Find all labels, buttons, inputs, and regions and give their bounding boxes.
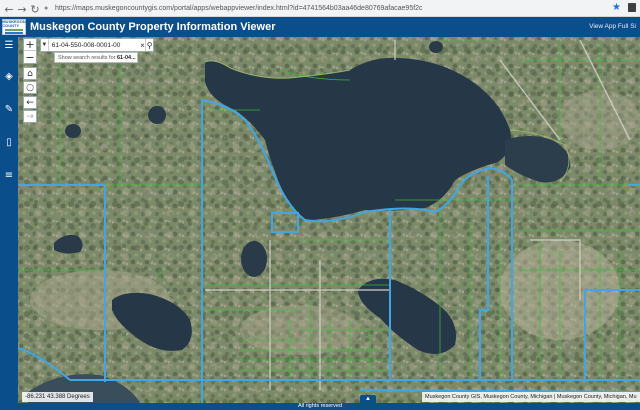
url-text: https://maps.muskegoncountygis.com/porta… bbox=[55, 5, 423, 12]
list-icon[interactable]: ≡ bbox=[3, 169, 15, 181]
search-icon[interactable]: ⚲ bbox=[145, 39, 153, 51]
menu-icon[interactable]: ☰ bbox=[3, 39, 15, 51]
browser-toolbar: ← → ↻ ● https://maps.muskegoncountygis.c… bbox=[0, 0, 640, 17]
comment-icon[interactable]: ▯ bbox=[3, 136, 15, 148]
arrow-right-icon[interactable]: → bbox=[15, 2, 29, 16]
app-title: Muskegon County Property Information Vie… bbox=[30, 21, 276, 33]
logo-text: MUSKEGON COUNTY bbox=[2, 19, 26, 28]
back-extent-button[interactable]: ← bbox=[23, 96, 37, 109]
draw-icon[interactable]: ✎ bbox=[3, 103, 15, 115]
county-logo: MUSKEGON COUNTY bbox=[2, 19, 26, 35]
forward-extent-button[interactable]: → bbox=[23, 110, 37, 123]
footer-text: All rights reserved bbox=[0, 403, 640, 410]
locate-button[interactable]: ○ bbox=[23, 81, 37, 94]
zoom-in-button[interactable]: + bbox=[24, 38, 36, 51]
suggestion-prefix: Show search results for bbox=[58, 55, 117, 61]
reload-icon[interactable]: ↻ bbox=[28, 2, 42, 16]
view-full-site-link[interactable]: View App Full Si bbox=[589, 23, 636, 30]
search-source-dropdown[interactable]: ▼ bbox=[41, 39, 49, 51]
search-input[interactable] bbox=[48, 39, 140, 51]
map-attribution: Muskegon County GIS, Muskegon County, Mi… bbox=[422, 392, 640, 402]
layers-icon[interactable]: ◈ bbox=[3, 70, 15, 82]
lock-icon: ● bbox=[44, 4, 49, 12]
bookmark-star-icon[interactable]: ★ bbox=[612, 2, 621, 13]
panel-expand-button[interactable]: ▲ bbox=[360, 395, 376, 403]
search-suggestion[interactable]: Show search results for 61-04... bbox=[54, 52, 138, 63]
suggestion-term: 61-04... bbox=[117, 55, 136, 61]
zoom-out-button[interactable]: − bbox=[24, 51, 36, 64]
left-toolbar bbox=[0, 37, 18, 403]
zoom-control: + − bbox=[23, 38, 37, 64]
coordinate-readout: -86.231 43.388 Degrees bbox=[22, 392, 93, 402]
map-view[interactable] bbox=[18, 37, 640, 403]
search-widget: ▼ × ⚲ bbox=[40, 38, 154, 52]
arrow-left-icon[interactable]: ← bbox=[2, 2, 16, 16]
home-button[interactable]: ⌂ bbox=[23, 67, 37, 80]
extension-icon[interactable] bbox=[628, 3, 636, 12]
address-bar[interactable]: ● https://maps.muskegoncountygis.com/por… bbox=[44, 2, 604, 15]
